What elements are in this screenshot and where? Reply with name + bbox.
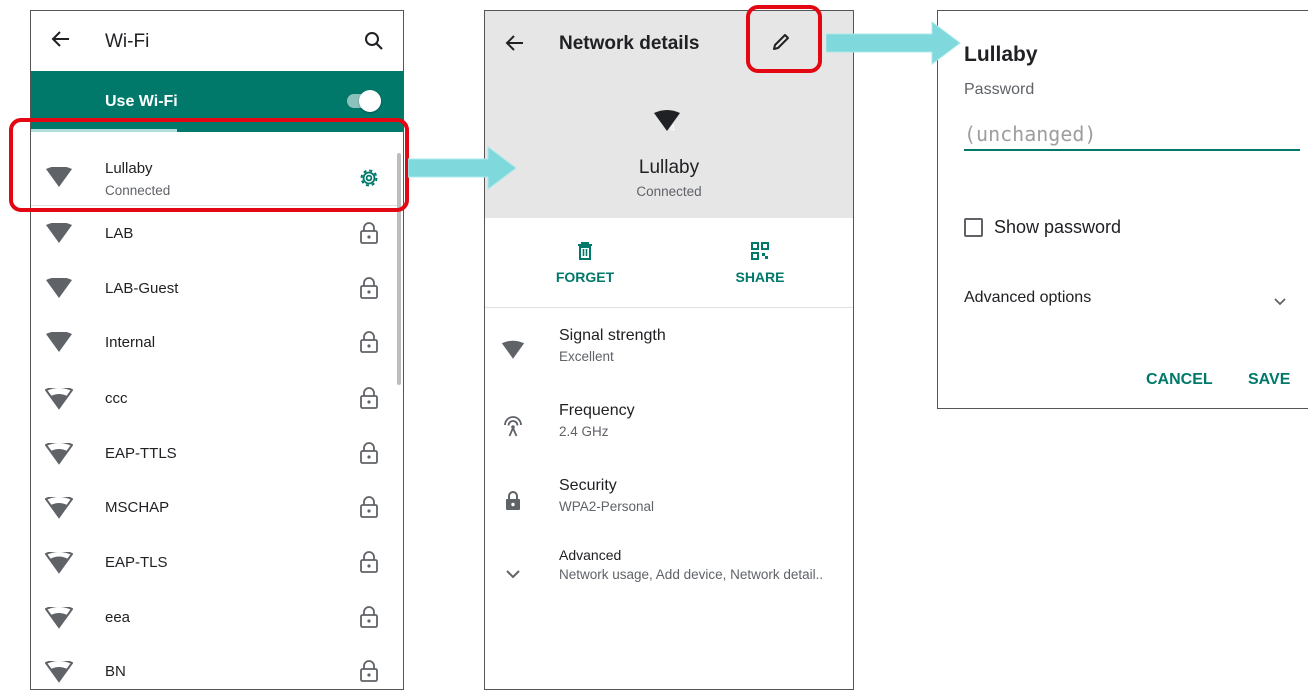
wifi-signal-icon [45,332,73,354]
back-arrow-icon[interactable] [49,27,73,51]
wifi-signal-icon [45,497,73,519]
wifi-app-bar: Wi-Fi [31,11,403,71]
network-row[interactable]: LAB [31,207,403,261]
detail-value: Excellent [559,349,614,364]
search-icon[interactable] [363,30,385,52]
trash-icon [578,242,592,260]
save-button[interactable]: SAVE [1248,371,1290,389]
back-arrow-icon[interactable] [503,31,527,55]
network-row[interactable]: EAP-TTLS [31,427,403,481]
network-row[interactable]: LAB-Guest [31,262,403,316]
lock-icon [359,496,379,518]
network-name: LAB-Guest [105,280,179,297]
network-row[interactable]: eea [31,591,403,645]
network-name: Internal [105,334,156,351]
share-label: SHARE [735,269,785,285]
detail-title: Security [559,477,617,494]
network-name: MSCHAP [105,499,170,516]
network-name: EAP-TLS [105,554,168,571]
advanced-options-label[interactable]: Advanced options [964,289,1091,307]
network-status: Connected [636,184,702,199]
detail-row-signal-strength: Signal strength Excellent [485,321,853,381]
network-name: LAB [105,225,134,242]
network-details-screen: Network details 4 Lullaby Connected FORG… [484,10,854,690]
use-wifi-label: Use Wi-Fi [105,93,178,110]
wifi-signal-icon [45,278,73,300]
show-password-checkbox[interactable] [964,218,983,237]
show-password-label[interactable]: Show password [994,217,1121,238]
wifi-signal-icon [45,607,73,629]
forget-button[interactable]: FORGET [525,241,645,285]
detail-value: WPA2-Personal [559,499,655,514]
detail-row-frequency: Frequency 2.4 GHz [485,396,853,456]
wifi-toggle[interactable] [347,90,381,112]
network-name: Lullaby [638,157,700,178]
lock-icon [359,606,379,628]
forget-label: FORGET [555,269,615,285]
cancel-button[interactable]: CANCEL [1146,371,1213,389]
lock-icon [359,551,379,573]
antenna-icon [504,416,522,437]
divider [485,307,853,308]
wifi-signal-icon: 4 [654,110,680,133]
edit-network-dialog: Lullaby Password Show password Advanced … [937,10,1308,409]
network-row[interactable]: ccc [31,372,403,426]
lock-icon [359,660,379,682]
detail-title: Frequency [559,402,635,419]
lock-icon [359,387,379,409]
lock-icon [359,277,379,299]
password-input[interactable] [964,119,1300,151]
page-title: Network details [559,33,700,54]
lock-icon [359,331,379,353]
network-name: ccc [105,390,128,407]
page-title: Wi-Fi [105,31,150,52]
lock-icon [506,491,520,510]
network-name: BN [105,663,126,680]
share-button[interactable]: SHARE [700,241,820,285]
arrow-to-details-icon [408,146,517,190]
network-name: EAP-TTLS [105,445,177,462]
network-row[interactable]: MSCHAP [31,481,403,535]
detail-title: Advanced [559,547,622,563]
detail-value: 2.4 GHz [559,424,609,439]
network-row[interactable]: EAP-TLS [31,536,403,590]
network-row[interactable]: Internal [31,316,403,370]
arrow-to-dialog-icon [826,21,961,65]
password-label: Password [964,81,1035,98]
wifi-list-screen: Wi-Fi Use Wi-Fi Lullaby Connected LAB LA… [30,10,404,690]
svg-text:4: 4 [670,123,675,133]
lock-icon [359,442,379,464]
wifi-signal-icon [45,388,73,410]
highlight-box-edit-button [746,5,822,73]
wifi-signal-icon [45,661,73,683]
network-name: eea [105,609,131,626]
chevron-down-icon [506,570,520,579]
wifi-signal-icon [45,443,73,465]
wifi-signal-icon [45,223,73,245]
highlight-box-network-row [9,118,409,212]
detail-row-advanced[interactable]: Advanced Network usage, Add device, Netw… [485,543,853,603]
detail-value: Network usage, Add device, Network detai… [559,567,824,582]
detail-title: Signal strength [559,327,666,344]
wifi-signal-icon [501,339,525,363]
qr-code-icon [751,242,769,260]
dialog-title: Lullaby [964,43,1038,66]
lock-icon [359,222,379,244]
network-row[interactable]: BN [31,645,403,690]
chevron-down-icon[interactable] [1272,293,1288,309]
detail-row-security: Security WPA2-Personal [485,471,853,531]
wifi-signal-icon [45,552,73,574]
